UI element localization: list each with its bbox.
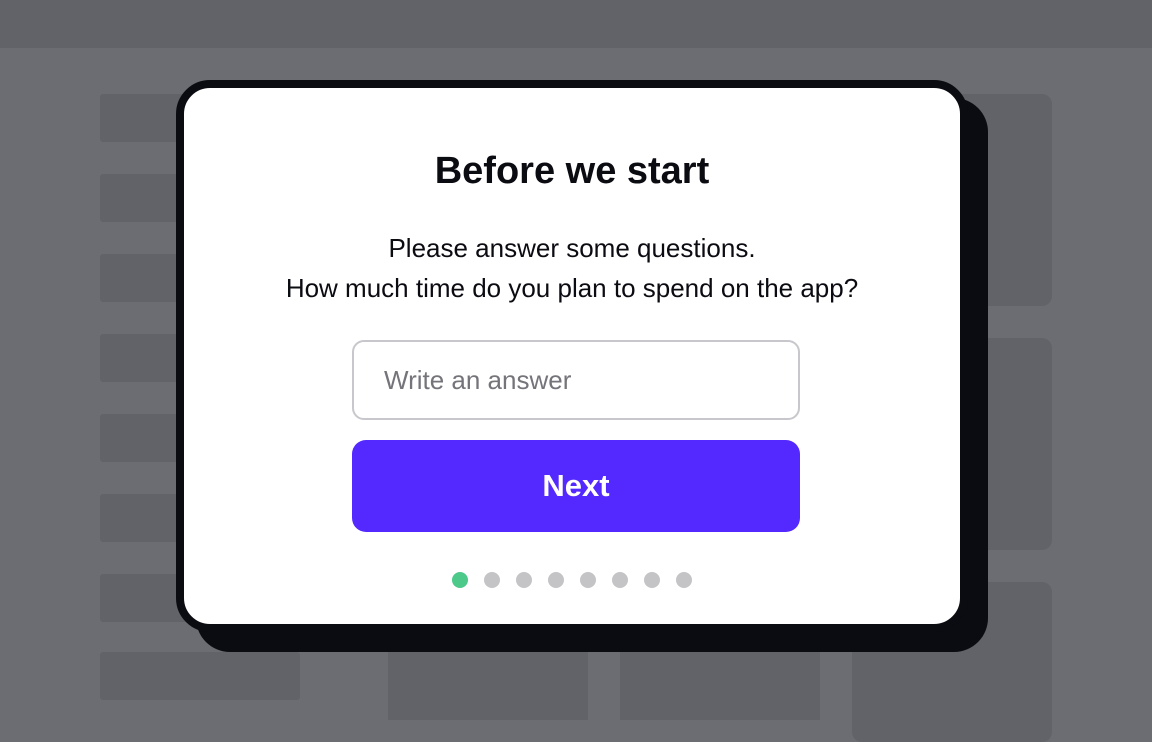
background-list-item [100,652,300,700]
progress-dot-active [452,572,468,588]
progress-dot [516,572,532,588]
progress-dot [484,572,500,588]
answer-input[interactable] [352,340,800,420]
modal-title: Before we start [434,150,710,192]
progress-dot [612,572,628,588]
progress-dot [676,572,692,588]
progress-dot [644,572,660,588]
progress-dot [548,572,564,588]
progress-dots [184,572,960,588]
modal-description: Please answer some questions. How much t… [184,228,960,308]
background-top-bar [0,0,1152,48]
next-button[interactable]: Next [352,440,800,532]
progress-dot [580,572,596,588]
onboarding-modal: Before we start Please answer some quest… [176,80,968,632]
modal-question: How much time do you plan to spend on th… [285,273,859,303]
modal-description-line: Please answer some questions. [388,233,756,263]
